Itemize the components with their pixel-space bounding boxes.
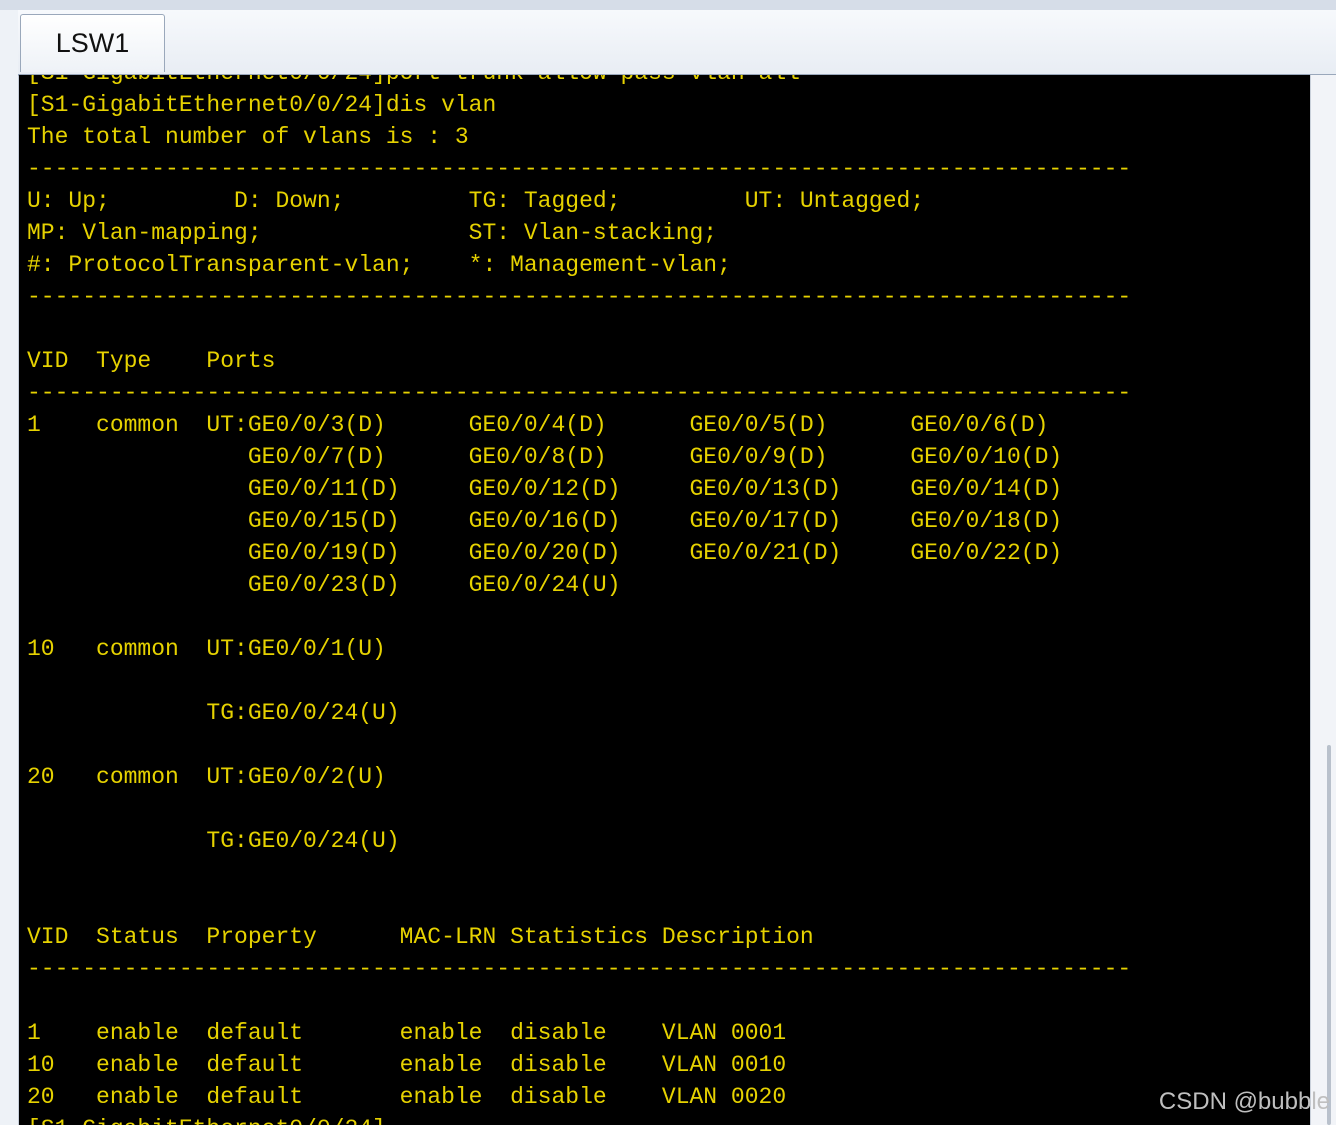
window-left-edge — [0, 10, 19, 1125]
terminal-console[interactable]: [S1-GigabitEthernet0/0/24]port trunk all… — [19, 75, 1310, 1125]
terminal-line: 1 enable default enable disable VLAN 000… — [27, 1020, 787, 1046]
terminal-line: GE0/0/15(D) GE0/0/16(D) GE0/0/17(D) GE0/… — [27, 508, 1063, 534]
terminal-line: VID Status Property MAC-LRN Statistics D… — [27, 924, 814, 950]
terminal-line: 10 enable default enable disable VLAN 00… — [27, 1052, 787, 1078]
tab-lsw1[interactable]: LSW1 — [20, 14, 165, 72]
terminal-line: ----------------------------------------… — [27, 284, 1132, 310]
watermark: CSDN @bubble — [1158, 1088, 1330, 1115]
terminal-line: 20 enable default enable disable VLAN 00… — [27, 1084, 787, 1110]
terminal-line: GE0/0/19(D) GE0/0/20(D) GE0/0/21(D) GE0/… — [27, 540, 1063, 566]
terminal-line: ----------------------------------------… — [27, 156, 1132, 182]
terminal-line: MP: Vlan-mapping; ST: Vlan-stacking; — [27, 220, 718, 246]
terminal-line: GE0/0/7(D) GE0/0/8(D) GE0/0/9(D) GE0/0/1… — [27, 444, 1063, 470]
terminal-line: [S1-GigabitEthernet0/0/24]dis vlan — [27, 92, 497, 118]
terminal-line: [S1-GigabitEthernet0/0/24] — [27, 1113, 1131, 1125]
terminal-line: GE0/0/11(D) GE0/0/12(D) GE0/0/13(D) GE0/… — [27, 476, 1063, 502]
terminal-line: TG:GE0/0/24(U) — [27, 828, 400, 854]
terminal-output: [S1-GigabitEthernet0/0/24]port trunk all… — [27, 75, 1131, 1125]
terminal-line: GE0/0/23(D) GE0/0/24(U) — [27, 572, 621, 598]
vertical-scrollbar[interactable] — [1310, 75, 1336, 1125]
application-window: LSW1 [S1-GigabitEthernet0/0/24]port trun… — [0, 0, 1336, 1125]
terminal-line: ----------------------------------------… — [27, 380, 1132, 406]
terminal-line: #: ProtocolTransparent-vlan; *: Manageme… — [27, 252, 731, 278]
terminal-line: U: Up; D: Down; TG: Tagged; UT: Untagged… — [27, 188, 925, 214]
terminal-line: 10 common UT:GE0/0/1(U) — [27, 636, 386, 662]
terminal-line: [S1-GigabitEthernet0/0/24]port trunk all… — [27, 75, 1131, 89]
terminal-line: VID Type Ports — [27, 348, 276, 374]
terminal-line: 20 common UT:GE0/0/2(U) — [27, 764, 386, 790]
tab-bar: LSW1 — [18, 10, 1336, 76]
scrollbar-thumb[interactable] — [1327, 745, 1331, 1125]
terminal-line: ----------------------------------------… — [27, 956, 1132, 982]
terminal-line: TG:GE0/0/24(U) — [27, 700, 400, 726]
terminal-line: 1 common UT:GE0/0/3(D) GE0/0/4(D) GE0/0/… — [27, 412, 1049, 438]
terminal-line: The total number of vlans is : 3 — [27, 124, 469, 150]
